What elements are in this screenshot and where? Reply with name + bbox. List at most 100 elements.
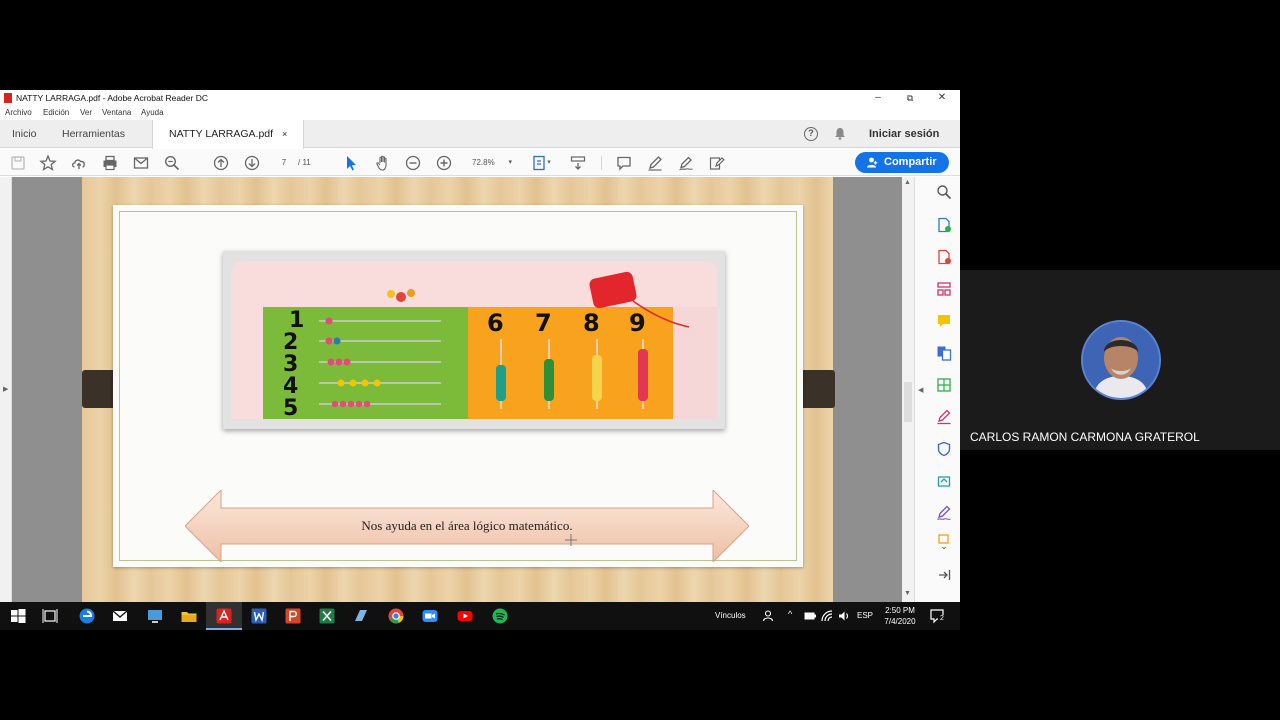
comment-icon[interactable] xyxy=(615,154,633,172)
close-window-button[interactable]: ✕ xyxy=(932,91,952,105)
battery-icon[interactable] xyxy=(804,611,816,621)
zoom-meetings-icon[interactable] xyxy=(421,607,439,625)
save-icon[interactable] xyxy=(9,154,27,172)
computer-app-icon[interactable] xyxy=(146,607,164,625)
fill-and-sign-icon[interactable] xyxy=(936,409,952,425)
abacus-photo-content: 1 2 3 4 5 6 7 8 9 xyxy=(231,261,717,419)
right-tools-pane: ◀ ⌄ xyxy=(914,177,960,602)
abacus-number-8: 8 xyxy=(583,309,600,337)
highlight-pen-icon[interactable] xyxy=(646,154,664,172)
notifications-button[interactable]: 2 xyxy=(929,608,946,624)
toolbar: 7 / 11 72.8% ▾ ▾ Compartir xyxy=(0,149,960,176)
email-icon[interactable] xyxy=(132,154,150,172)
zoom-out-icon[interactable] xyxy=(404,154,422,172)
scroll-up-icon[interactable]: ▲ xyxy=(904,179,911,186)
search-icon[interactable] xyxy=(936,184,952,200)
windows-start-icon[interactable] xyxy=(9,607,27,625)
mail-icon[interactable] xyxy=(111,607,129,625)
volume-icon[interactable] xyxy=(838,610,850,622)
chrome-icon[interactable] xyxy=(387,607,405,625)
request-signature-icon[interactable] xyxy=(936,505,952,521)
menu-ver[interactable]: Ver xyxy=(80,108,92,117)
page-number-input[interactable]: 7 xyxy=(271,154,297,171)
language-indicator[interactable]: ESP xyxy=(857,611,873,620)
comment-tool-icon[interactable] xyxy=(936,313,952,329)
participant-photo xyxy=(1083,322,1159,398)
powerpoint-icon[interactable] xyxy=(284,607,302,625)
compress-pdf-icon[interactable] xyxy=(936,377,952,393)
help-icon[interactable]: ? xyxy=(804,127,818,141)
combine-files-icon[interactable] xyxy=(936,345,952,361)
notes-app-icon[interactable] xyxy=(352,607,370,625)
word-icon[interactable] xyxy=(250,607,268,625)
edge-browser-icon[interactable] xyxy=(78,607,96,625)
menu-ayuda[interactable]: Ayuda xyxy=(141,108,164,117)
page-total: / 11 xyxy=(298,158,311,167)
create-pdf-icon[interactable] xyxy=(936,217,952,233)
tab-document[interactable]: NATTY LARRAGA.pdf × xyxy=(152,120,305,149)
zoom-level-select[interactable]: 72.8% ▾ xyxy=(466,154,516,171)
bookmark-star-icon[interactable] xyxy=(39,154,57,172)
tab-bar: Inicio Herramientas NATTY LARRAGA.pdf × … xyxy=(0,120,960,149)
screen: NATTY LARRAGA.pdf - Adobe Acrobat Reader… xyxy=(0,0,1280,720)
expand-left-pane-icon[interactable]: ▶ xyxy=(3,385,8,393)
previous-page-icon[interactable] xyxy=(212,154,230,172)
minimize-button[interactable]: – xyxy=(868,91,888,105)
close-tab-icon[interactable]: × xyxy=(282,129,287,139)
wifi-icon[interactable] xyxy=(821,610,833,622)
file-explorer-icon[interactable] xyxy=(180,607,198,625)
excel-icon[interactable] xyxy=(318,607,336,625)
scroll-down-icon[interactable]: ▼ xyxy=(904,590,911,597)
zoom-in-icon[interactable] xyxy=(435,154,453,172)
slide-frame: 1 2 3 4 5 6 7 8 9 Nos ayuda en el área l… xyxy=(113,205,803,567)
abacus-photo: 1 2 3 4 5 6 7 8 9 xyxy=(223,251,725,429)
collapse-right-pane-icon[interactable]: ◀ xyxy=(918,386,923,394)
restore-button[interactable]: ⧉ xyxy=(900,91,920,105)
tab-inicio[interactable]: Inicio xyxy=(12,120,37,148)
tab-herramientas[interactable]: Herramientas xyxy=(62,120,125,148)
left-pane-collapsed[interactable]: ▶ xyxy=(0,177,12,602)
print-icon[interactable] xyxy=(101,154,119,172)
window-title: NATTY LARRAGA.pdf - Adobe Acrobat Reader… xyxy=(16,93,208,103)
task-view-icon[interactable] xyxy=(41,607,59,625)
vertical-scrollbar[interactable]: ▲ ▼ xyxy=(902,177,914,602)
youtube-icon[interactable] xyxy=(456,607,474,625)
active-indicator xyxy=(206,628,242,630)
scroll-mode-icon[interactable] xyxy=(569,154,587,172)
people-icon[interactable] xyxy=(762,610,774,622)
zoom-search-icon[interactable] xyxy=(163,154,181,172)
clock-time: 2:50 PM xyxy=(885,606,915,615)
menu-bar: Archivo Edición Ver Ventana Ayuda xyxy=(0,106,960,119)
next-page-icon[interactable] xyxy=(243,154,261,172)
acrobat-taskbar-icon xyxy=(216,608,232,624)
system-clock[interactable]: 2:50 PM 7/4/2020 xyxy=(874,605,926,627)
menu-archivo[interactable]: Archivo xyxy=(5,108,32,117)
send-for-review-icon[interactable] xyxy=(936,473,952,489)
title-bar: NATTY LARRAGA.pdf - Adobe Acrobat Reader… xyxy=(0,90,960,106)
export-pdf-icon[interactable] xyxy=(936,249,952,265)
hand-tool-icon[interactable] xyxy=(374,154,392,172)
menu-edicion[interactable]: Edición xyxy=(43,108,69,117)
add-user-icon xyxy=(867,157,878,168)
fit-page-dropdown-icon[interactable]: ▾ xyxy=(545,154,553,172)
acrobat-window: NATTY LARRAGA.pdf - Adobe Acrobat Reader… xyxy=(0,90,960,602)
select-cursor-icon[interactable] xyxy=(342,154,360,172)
spotify-icon[interactable] xyxy=(491,607,509,625)
signin-button[interactable]: Iniciar sesión xyxy=(869,120,939,148)
organize-pages-icon[interactable] xyxy=(936,281,952,297)
menu-ventana[interactable]: Ventana xyxy=(102,108,131,117)
collapse-panel-icon[interactable] xyxy=(936,567,952,583)
cloud-upload-icon[interactable] xyxy=(70,154,88,172)
bell-icon[interactable] xyxy=(834,127,846,140)
chevron-down-icon[interactable]: ⌄ xyxy=(936,541,952,557)
document-view[interactable]: 1 2 3 4 5 6 7 8 9 Nos ayuda en el área l… xyxy=(12,177,902,602)
acrobat-taskbar-slot[interactable] xyxy=(206,602,242,630)
protect-shield-icon[interactable] xyxy=(936,441,952,457)
sign-icon[interactable] xyxy=(677,154,695,172)
scrollbar-thumb[interactable] xyxy=(904,382,912,422)
chevron-up-icon[interactable]: ^ xyxy=(788,609,792,619)
links-toolbar-label[interactable]: Vínculos xyxy=(715,611,746,620)
fill-sign-icon[interactable] xyxy=(708,154,726,172)
share-button[interactable]: Compartir xyxy=(855,152,949,173)
avatar xyxy=(1081,320,1161,400)
